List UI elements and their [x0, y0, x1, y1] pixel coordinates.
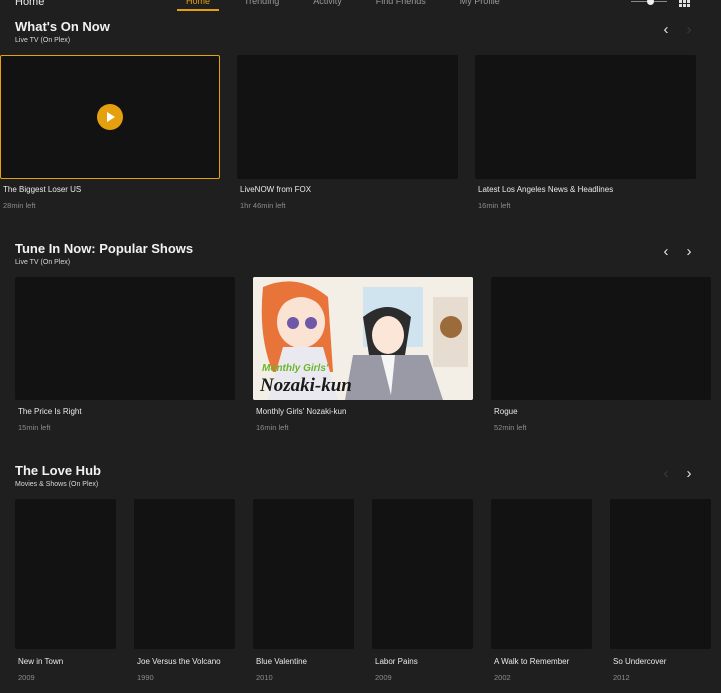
section-subtitle: Live TV (On Plex) — [15, 37, 71, 44]
card-title[interactable]: Joe Versus the Volcano — [137, 657, 221, 666]
next-arrow-icon[interactable]: › — [683, 22, 695, 37]
section-title: The Love Hub — [15, 463, 101, 478]
poster[interactable] — [253, 499, 354, 649]
card-title[interactable]: A Walk to Remember — [494, 657, 569, 666]
card-title[interactable]: Monthly Girls' Nozaki-kun — [256, 407, 346, 416]
card-meta: 15min left — [18, 423, 51, 432]
thumbnail[interactable] — [491, 277, 711, 400]
poster[interactable] — [491, 499, 592, 649]
card-title[interactable]: New in Town — [18, 657, 63, 666]
card-title[interactable]: Labor Pains — [375, 657, 418, 666]
play-icon[interactable] — [97, 104, 123, 130]
card-year: 2010 — [256, 673, 273, 682]
card-meta: 1hr 46min left — [240, 201, 286, 210]
prev-arrow-icon[interactable]: ‹ — [660, 22, 672, 37]
section-subtitle: Live TV (On Plex) — [15, 259, 71, 266]
card-title[interactable]: The Price Is Right — [18, 407, 82, 416]
card-year: 2012 — [613, 673, 630, 682]
poster[interactable] — [610, 499, 711, 649]
card-title[interactable]: LiveNOW from FOX — [240, 185, 311, 194]
card-year: 2009 — [375, 673, 392, 682]
card-title[interactable]: Blue Valentine — [256, 657, 307, 666]
section-title: What's On Now — [15, 19, 110, 34]
card-meta: 16min left — [478, 201, 511, 210]
card-meta: 52min left — [494, 423, 527, 432]
card-title[interactable]: So Undercover — [613, 657, 666, 666]
card-title[interactable]: Rogue — [494, 407, 518, 416]
thumbnail[interactable] — [237, 55, 458, 179]
thumbnail[interactable] — [15, 277, 235, 400]
poster-logo-title: Nozaki-kun — [260, 375, 352, 396]
poster[interactable] — [372, 499, 473, 649]
prev-arrow-icon[interactable]: ‹ — [660, 244, 672, 259]
section-title: Tune In Now: Popular Shows — [15, 241, 194, 256]
next-arrow-icon[interactable]: › — [683, 466, 695, 481]
card-title[interactable]: Latest Los Angeles News & Headlines — [478, 185, 613, 194]
card-year: 2002 — [494, 673, 511, 682]
section-tune-in-now: Tune In Now: Popular Shows Live TV (On P… — [0, 222, 721, 442]
poster-logo-subtitle: Monthly Girls' — [262, 363, 329, 374]
poster[interactable] — [134, 499, 235, 649]
section-whats-on-now: What's On Now Live TV (On Plex) ‹ › The … — [0, 0, 721, 220]
poster[interactable] — [15, 499, 116, 649]
card-title[interactable]: The Biggest Loser US — [3, 185, 81, 194]
section-subtitle: Movies & Shows (On Plex) — [15, 481, 99, 488]
card-meta: 28min left — [3, 201, 36, 210]
card-year: 1990 — [137, 673, 154, 682]
thumbnail[interactable] — [475, 55, 696, 179]
section-love-hub: The Love Hub Movies & Shows (On Plex) ‹ … — [0, 444, 721, 693]
card-meta: 16min left — [256, 423, 289, 432]
next-arrow-icon[interactable]: › — [683, 244, 695, 259]
thumbnail[interactable] — [0, 55, 220, 179]
card-year: 2009 — [18, 673, 35, 682]
prev-arrow-icon[interactable]: ‹ — [660, 466, 672, 481]
poster-image[interactable]: Monthly Girls' Nozaki-kun — [253, 277, 473, 400]
